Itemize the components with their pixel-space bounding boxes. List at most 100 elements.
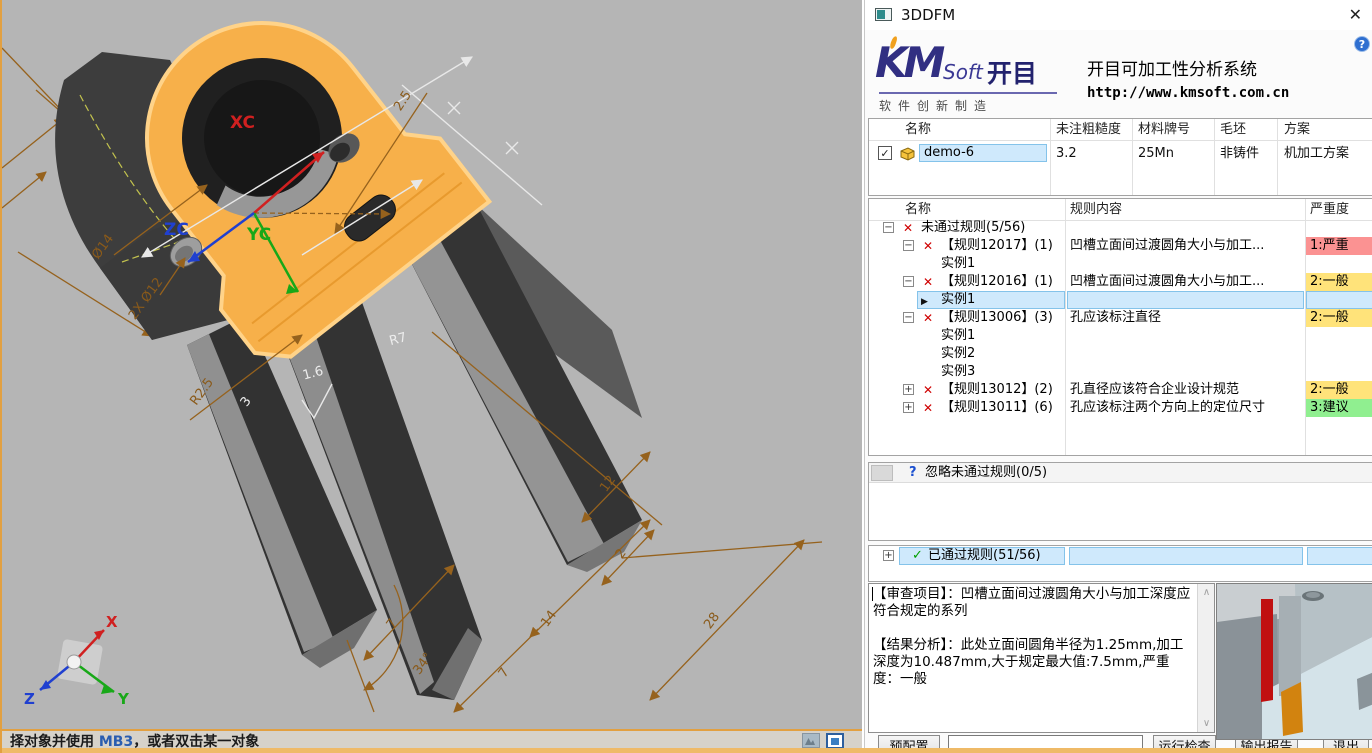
3d-model-view[interactable]: 2.5 Ø14 2X Ø12 R2.5 12 2 14 7 34° 7 28 3… [2, 0, 862, 729]
rule-content: 孔应该标注直径 [1070, 309, 1161, 327]
question-icon: ? [909, 463, 917, 483]
severity-badge: 1:严重 [1306, 237, 1372, 255]
fail-icon: ✕ [903, 219, 913, 237]
table-row[interactable]: 实例2 [869, 345, 1372, 363]
part-roughness: 3.2 [1056, 145, 1077, 162]
table-row[interactable]: + ✕ 【规则13012】(2) 孔直径应该符合企业设计规范 2:一般 [869, 381, 1372, 399]
rule-label[interactable]: 【规则13006】(3) [941, 309, 1053, 327]
collapse-icon[interactable]: − [903, 240, 914, 251]
expand-icon[interactable]: + [903, 384, 914, 395]
ignored-rules-label[interactable]: 忽略未通过规则(0/5) [925, 463, 1047, 483]
table-row[interactable]: − ✕ 【规则12017】(1) 凹槽立面间过渡圆角大小与加工... 1:严重 [869, 237, 1372, 255]
rule-content: 孔直径应该符合企业设计规范 [1070, 381, 1239, 399]
product-name: 开目可加工性分析系统 [1087, 55, 1257, 80]
part-blank: 非铸件 [1220, 145, 1259, 162]
triad-x-label: X [106, 613, 118, 631]
fail-icon: ✕ [923, 381, 933, 399]
passed-rules-label[interactable]: 已通过规则(51/56) [928, 548, 1041, 564]
part-plan: 机加工方案 [1284, 145, 1349, 162]
cad-viewport[interactable]: 2.5 Ø14 2X Ø12 R2.5 12 2 14 7 34° 7 28 3… [2, 0, 862, 753]
fail-icon: ✕ [923, 309, 933, 327]
rule-label[interactable]: 【规则13011】(6) [941, 399, 1053, 417]
help-icon[interactable]: ? [1354, 36, 1370, 52]
brand-kaimu: 开目 [987, 54, 1037, 90]
rule-content: 孔应该标注两个方向上的定位尺寸 [1070, 399, 1265, 417]
rule-content: 凹槽立面间过渡圆角大小与加工... [1070, 273, 1264, 291]
window-display-icon[interactable] [826, 733, 844, 749]
dialog-title: 3DDFM [901, 6, 955, 24]
col-blank[interactable]: 毛坯 [1220, 119, 1246, 140]
fail-icon: ✕ [923, 237, 933, 255]
instance-label[interactable]: 实例1 [941, 327, 975, 345]
wcs-yc-label: YC [246, 225, 271, 245]
table-row[interactable]: + ✕ 【规则13011】(6) 孔应该标注两个方向上的定位尺寸 3:建议 [869, 399, 1372, 417]
collapse-icon[interactable]: − [903, 312, 914, 323]
col-rule-name[interactable]: 名称 [905, 199, 931, 220]
expand-icon[interactable]: + [883, 550, 894, 561]
details-pane[interactable]: 【审查项目】：凹槽立面间过渡圆角大小与加工深度应符合规定的系列 【结果分析】：此… [868, 583, 1215, 733]
dialog-titlebar[interactable]: 3DDFM ✕ [865, 0, 1372, 30]
col-rule-content[interactable]: 规则内容 [1070, 199, 1122, 220]
app-window: 2.5 Ø14 2X Ø12 R2.5 12 2 14 7 34° 7 28 3… [0, 0, 1372, 753]
dfm-panel: 3DDFM ✕ KM Soft 开目 软件创新制造 开目可加工性分析系统 htt… [864, 0, 1372, 753]
issue-preview-image[interactable] [1216, 583, 1372, 740]
result-analysis-text: 【结果分析】：此处立面间圆角半径为1.25mm,加工深度为10.487mm,大于… [873, 637, 1194, 688]
passed-rules-section: + ✓ 已通过规则(51/56) [868, 545, 1372, 582]
snapshot-icon[interactable] [802, 733, 820, 748]
passed-rules-cell[interactable]: ✓ 已通过规则(51/56) [899, 547, 1065, 565]
col-plan[interactable]: 方案 [1284, 119, 1310, 140]
severity-badge: 2:一般 [1306, 309, 1372, 327]
details-scrollbar[interactable]: ∧ ∨ [1197, 584, 1214, 732]
app-icon [875, 8, 892, 21]
part-checkbox[interactable]: ✓ [878, 146, 892, 160]
col-roughness[interactable]: 未注粗糙度 [1056, 119, 1121, 140]
row-header-stub [871, 465, 893, 481]
triad-z-label: Z [24, 690, 35, 708]
rule-label[interactable]: 【规则12016】(1) [941, 273, 1053, 291]
parts-table: 名称 未注粗糙度 材料牌号 毛坯 方案 ✓ demo-6 3.2 25Mn 非铸… [868, 118, 1372, 196]
part-cube-icon [900, 146, 915, 160]
brand-soft: Soft [943, 60, 983, 84]
rule-content: 凹槽立面间过渡圆角大小与加工... [1070, 237, 1264, 255]
table-row[interactable]: − ✕ 【规则12016】(1) 凹槽立面间过渡圆角大小与加工... 2:一般 [869, 273, 1372, 291]
instance-label[interactable]: 实例3 [941, 363, 975, 381]
table-row[interactable]: 实例3 [869, 363, 1372, 381]
passed-rules-cell[interactable] [1307, 547, 1372, 565]
wcs-xc-label: XC [230, 113, 255, 133]
part-material: 25Mn [1138, 145, 1174, 162]
close-icon[interactable]: ✕ [1349, 5, 1362, 24]
wcs-zc-label: ZC [164, 220, 189, 240]
col-name[interactable]: 名称 [905, 119, 931, 140]
scroll-up-icon[interactable]: ∧ [1198, 584, 1215, 601]
rule-label[interactable]: 【规则12017】(1) [941, 237, 1053, 255]
scroll-down-icon[interactable]: ∨ [1198, 715, 1215, 732]
col-material[interactable]: 材料牌号 [1138, 119, 1190, 140]
brand-logo: KM [875, 42, 941, 84]
rules-tree: 名称 规则内容 严重度 − ✕ 未通过规则(5/56) − ✕ 【规则12017… [868, 198, 1372, 456]
table-row[interactable]: − ✕ 【规则13006】(3) 孔应该标注直径 2:一般 [869, 309, 1372, 327]
severity-badge: 2:一般 [1306, 273, 1372, 291]
rule-group-label[interactable]: 未通过规则(5/56) [921, 219, 1025, 237]
table-row[interactable]: 实例1 [869, 327, 1372, 345]
fail-icon: ✕ [923, 273, 933, 291]
table-row[interactable]: − ✕ 未通过规则(5/56) [869, 219, 1372, 237]
collapse-icon[interactable]: − [883, 222, 894, 233]
passed-rules-cell[interactable] [1069, 547, 1303, 565]
product-url[interactable]: http://www.kmsoft.com.cn [1087, 85, 1289, 101]
ignored-rules-bar[interactable]: ? 忽略未通过规则(0/5) [869, 463, 1372, 483]
collapse-icon[interactable]: − [903, 276, 914, 287]
instance-label[interactable]: 实例1 [941, 255, 975, 273]
instance-label[interactable]: 实例1 [941, 291, 975, 309]
expand-icon[interactable]: + [903, 402, 914, 413]
rule-label[interactable]: 【规则13012】(2) [941, 381, 1053, 399]
severity-badge: 3:建议 [1306, 399, 1372, 417]
col-severity[interactable]: 严重度 [1310, 199, 1349, 220]
table-row-selected[interactable]: ▶ 实例1 [869, 291, 1372, 309]
triad-y-label: Y [117, 690, 130, 708]
ignored-rules-section: ? 忽略未通过规则(0/5) [868, 462, 1372, 541]
brand-slogan: 软件创新制造 [879, 92, 1057, 114]
window-border-bottom [2, 748, 1372, 753]
table-row[interactable]: 实例1 [869, 255, 1372, 273]
part-name[interactable]: demo-6 [919, 144, 1047, 162]
instance-label[interactable]: 实例2 [941, 345, 975, 363]
